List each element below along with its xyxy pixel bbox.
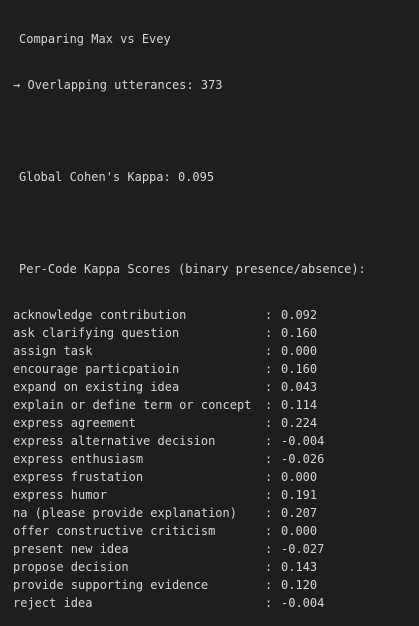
kappa-row: reject idea: -0.004 <box>13 594 419 612</box>
kappa-score: -0.004 <box>281 434 325 448</box>
kappa-row: na (please provide explanation):0.207 <box>13 504 419 522</box>
kappa-row: express humor:0.191 <box>13 486 419 504</box>
separator: : <box>265 308 273 322</box>
separator: : <box>265 380 273 394</box>
separator: : <box>265 560 273 574</box>
code-label: offer constructive criticism <box>13 524 216 538</box>
kappa-score: 0.114 <box>281 398 318 412</box>
separator: : <box>265 326 273 340</box>
code-label: express alternative decision <box>13 434 216 448</box>
kappa-row: present new idea: -0.027 <box>13 540 419 558</box>
kappa-score: 0.207 <box>281 506 318 520</box>
code-label: provide supporting evidence <box>13 578 209 592</box>
terminal-output: Comparing Max vs Evey → Overlapping utte… <box>0 0 419 610</box>
kappa-row: explain or define term or concept:0.114 <box>13 396 419 414</box>
code-label: encourage particpatioin <box>13 362 180 376</box>
kappa-row: propose decision:0.143 <box>13 558 419 576</box>
kappa-row: expand on existing idea:0.043 <box>13 378 419 396</box>
kappa-score: 0.191 <box>281 488 318 502</box>
separator: : <box>265 362 273 376</box>
kappa-row: express alternative decision: -0.004 <box>13 432 419 450</box>
kappa-score: 0.160 <box>281 326 318 340</box>
separator: : <box>265 470 273 484</box>
separator: : <box>265 344 273 358</box>
kappa-score: 0.120 <box>281 578 318 592</box>
kappa-score: 0.224 <box>281 416 318 430</box>
overlap-text: Overlapping utterances: 373 <box>27 78 223 92</box>
kappa-row: express agreement:0.224 <box>13 414 419 432</box>
kappa-score: 0.000 <box>281 524 318 538</box>
code-label: acknowledge contribution <box>13 308 187 322</box>
separator: : <box>265 596 273 610</box>
kappa-score: 0.043 <box>281 380 318 394</box>
kappa-row: ask clarifying question:0.160 <box>13 324 419 342</box>
kappa-score: 0.000 <box>281 470 318 484</box>
arrow-icon: → <box>13 78 21 92</box>
separator: : <box>265 434 273 448</box>
code-label: explain or define term or concept <box>13 398 252 412</box>
kappa-row: encourage particpatioin:0.160 <box>13 360 419 378</box>
code-label: present new idea <box>13 542 129 556</box>
kappa-score: -0.004 <box>281 596 325 610</box>
comparing-line: Comparing Max vs Evey <box>19 32 171 46</box>
kappa-row: express frustation:0.000 <box>13 468 419 486</box>
separator: : <box>265 416 273 430</box>
separator: : <box>265 578 273 592</box>
separator: : <box>265 506 273 520</box>
kappa-score: -0.026 <box>281 452 325 466</box>
code-label: express agreement <box>13 416 136 430</box>
code-label: express humor <box>13 488 107 502</box>
kappa-score: 0.000 <box>281 344 318 358</box>
separator: : <box>265 488 273 502</box>
overlap-line: → Overlapping utterances: 373 <box>13 76 419 94</box>
kappa-row: assign task:0.000 <box>13 342 419 360</box>
code-label: propose decision <box>13 560 129 574</box>
kappa-score: 0.092 <box>281 308 318 322</box>
separator: : <box>265 524 273 538</box>
code-label: reject idea <box>13 596 93 610</box>
separator: : <box>265 398 273 412</box>
kappa-score: 0.143 <box>281 560 318 574</box>
kappa-row: acknowledge contribution:0.092 <box>13 306 419 324</box>
kappa-row: provide supporting evidence:0.120 <box>13 576 419 594</box>
global-kappa-line: Global Cohen's Kappa: 0.095 <box>19 170 215 184</box>
code-label: assign task <box>13 344 93 358</box>
kappa-score: -0.027 <box>281 542 325 556</box>
kappa-row: offer constructive criticism:0.000 <box>13 522 419 540</box>
kappa-score: 0.160 <box>281 362 318 376</box>
separator: : <box>265 542 273 556</box>
code-label: expand on existing idea <box>13 380 180 394</box>
kappa-score-list: acknowledge contribution:0.092 ask clarif… <box>13 306 419 612</box>
per-code-title: Per-Code Kappa Scores (binary presence/a… <box>19 262 366 276</box>
code-label: ask clarifying question <box>13 326 180 340</box>
code-label: express enthusiasm <box>13 452 144 466</box>
kappa-row: express enthusiasm: -0.026 <box>13 450 419 468</box>
code-label: express frustation <box>13 470 144 484</box>
code-label: na (please provide explanation) <box>13 506 237 520</box>
separator: : <box>265 452 273 466</box>
